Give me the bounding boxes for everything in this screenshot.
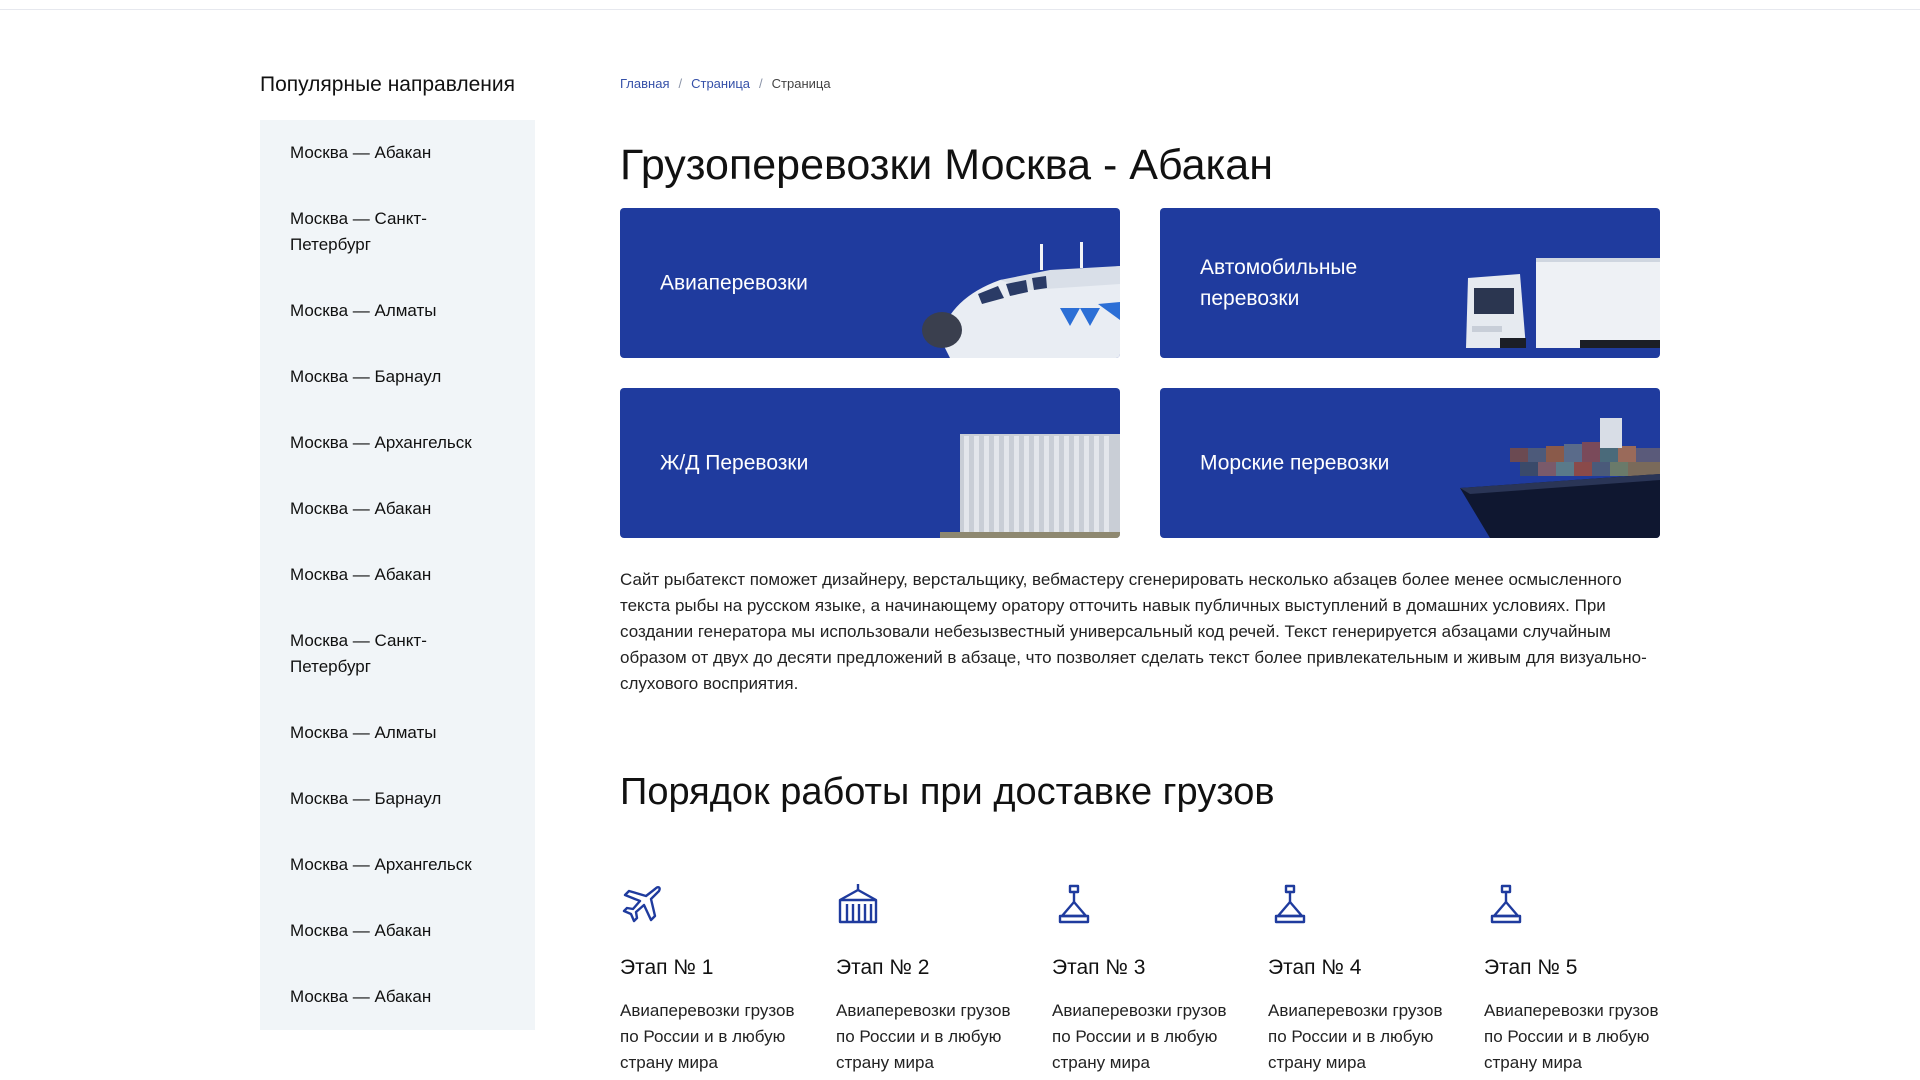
sidebar: Популярные направления Москва — Абакан М… <box>260 70 535 1030</box>
sidebar-item-moscow-abakan[interactable]: Москва — Абакан <box>260 496 535 522</box>
step-2: Этап № 2 Авиаперевозки грузов по России … <box>836 882 1021 1076</box>
step-title: Этап № 5 <box>1484 956 1578 979</box>
step-text: Авиаперевозки грузов по России и в любую… <box>620 1001 795 1072</box>
warehouse-icon <box>838 884 878 924</box>
step-title: Этап № 1 <box>620 956 714 979</box>
step-text: Авиаперевозки грузов по России и в любую… <box>1484 1001 1659 1072</box>
breadcrumb: Главная / Страница / Страница <box>620 74 1660 94</box>
service-card-label: Автомобильные перевозки <box>1200 256 1358 310</box>
sidebar-item-moscow-abakan[interactable]: Москва — Абакан <box>260 140 535 166</box>
step-title: Этап № 3 <box>1052 956 1146 979</box>
service-card-sea[interactable]: Морские перевозки <box>1160 388 1660 538</box>
step-1: Этап № 1 Авиаперевозки грузов по России … <box>620 882 805 1076</box>
breadcrumb-page-link[interactable]: Страница <box>691 76 750 91</box>
service-card-rail[interactable]: Ж/Д Перевозки <box>620 388 1120 538</box>
airplane-icon <box>622 886 661 923</box>
sidebar-item-moscow-almaty[interactable]: Москва — Алматы <box>260 298 535 324</box>
service-card-road[interactable]: Автомобильные перевозки <box>1160 208 1660 358</box>
breadcrumb-separator: / <box>678 76 683 91</box>
sidebar-item-moscow-barnaul[interactable]: Москва — Барнаул <box>260 364 535 390</box>
step-5: Этап № 5 Авиаперевозки грузов по России … <box>1484 882 1669 1076</box>
crane-hook-icon <box>1058 884 1090 924</box>
sidebar-item-moscow-spb[interactable]: Москва — Санкт-Петербург <box>260 206 535 258</box>
header-divider <box>0 9 1920 10</box>
crane-hook-icon <box>1490 884 1522 924</box>
step-text: Авиаперевозки грузов по России и в любую… <box>1268 1001 1443 1072</box>
sidebar-item-moscow-barnaul[interactable]: Москва — Барнаул <box>260 786 535 812</box>
main-content: Главная / Страница / Страница Грузоперевозки… <box>620 74 1660 1072</box>
crane-hook-icon <box>1274 884 1306 924</box>
sidebar-item-moscow-spb[interactable]: Москва — Санкт-Петербург <box>260 628 535 680</box>
service-card-air[interactable]: Авиаперевозки <box>620 208 1120 358</box>
step-text: Авиаперевозки грузов по России и в любую… <box>1052 1001 1227 1072</box>
container-illustration <box>940 434 1120 538</box>
sidebar-item-moscow-arkhangelsk[interactable]: Москва — Архангельск <box>260 852 535 878</box>
airplane-illustration <box>922 242 1120 358</box>
service-card-label: Морские перевозки <box>1200 451 1390 475</box>
sidebar-title: Популярные направления <box>260 73 516 96</box>
truck-illustration <box>1466 258 1660 348</box>
step-3: Этап № 3 Авиаперевозки грузов по России … <box>1052 882 1237 1076</box>
service-card-label: Авиаперевозки <box>660 271 808 295</box>
sidebar-item-moscow-arkhangelsk[interactable]: Москва — Архангельск <box>260 430 535 456</box>
step-4: Этап № 4 Авиаперевозки грузов по России … <box>1268 882 1453 1076</box>
breadcrumb-current: Страница <box>771 76 831 91</box>
sidebar-item-moscow-abakan[interactable]: Москва — Абакан <box>260 562 535 588</box>
sidebar-list: Москва — Абакан Москва — Санкт-Петербург… <box>260 120 535 1030</box>
step-title: Этап № 4 <box>1268 956 1362 979</box>
step-text: Авиаперевозки грузов по России и в любую… <box>836 1001 1011 1072</box>
breadcrumb-separator: / <box>759 76 763 91</box>
step-title: Этап № 2 <box>836 956 930 979</box>
process-section-title: Порядок работы при доставке грузов <box>620 771 1275 813</box>
ship-illustration <box>1460 418 1660 538</box>
sidebar-item-moscow-abakan[interactable]: Москва — Абакан <box>260 984 535 1010</box>
sidebar-item-moscow-almaty[interactable]: Москва — Алматы <box>260 720 535 746</box>
service-card-label: Ж/Д Перевозки <box>660 451 809 475</box>
intro-text: Сайт рыбатекст поможет дизайнеру, верста… <box>620 570 1647 693</box>
sidebar-item-moscow-abakan[interactable]: Москва — Абакан <box>260 918 535 944</box>
page-title: Грузоперевозки Москва - Абакан <box>620 141 1273 189</box>
breadcrumb-home-link[interactable]: Главная <box>620 76 669 91</box>
